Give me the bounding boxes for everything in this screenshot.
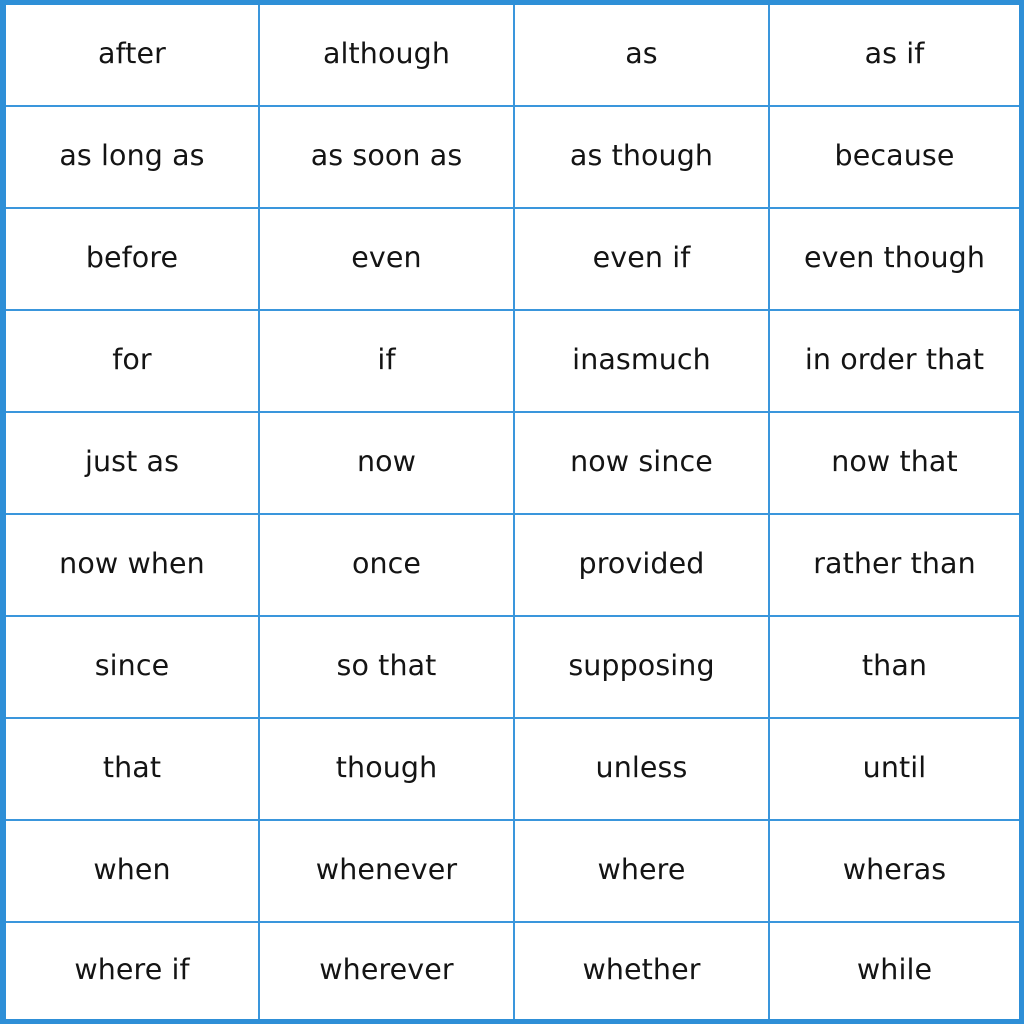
- conjunction-word: as if: [864, 36, 925, 70]
- grid-cell: though: [260, 719, 515, 821]
- conjunction-word: now when: [59, 546, 205, 580]
- conjunction-word: until: [862, 750, 927, 784]
- conjunction-word: unless: [595, 750, 688, 784]
- conjunction-word: now since: [570, 444, 713, 478]
- grid-cell: as if: [770, 5, 1019, 107]
- grid-cell: even: [260, 209, 515, 311]
- grid-cell: while: [770, 923, 1019, 1019]
- conjunction-word: supposing: [568, 648, 715, 682]
- grid-cell: as though: [515, 107, 770, 209]
- grid-cell: rather than: [770, 515, 1019, 617]
- grid-cell: wheras: [770, 821, 1019, 923]
- grid-cell: just as: [6, 413, 260, 515]
- grid-cell: than: [770, 617, 1019, 719]
- conjunction-word: if: [377, 342, 396, 376]
- grid-cell: even if: [515, 209, 770, 311]
- grid-cell: before: [6, 209, 260, 311]
- grid-cell: wherever: [260, 923, 515, 1019]
- grid-cell: when: [6, 821, 260, 923]
- conjunction-word: though: [335, 750, 438, 784]
- grid-cell: whether: [515, 923, 770, 1019]
- conjunction-word: before: [85, 240, 179, 274]
- grid-cell: unless: [515, 719, 770, 821]
- grid-cell: although: [260, 5, 515, 107]
- conjunction-word: wherever: [319, 952, 454, 986]
- conjunction-word: even though: [803, 240, 986, 274]
- conjunction-word: whenever: [315, 852, 458, 886]
- conjunction-word: whether: [582, 952, 701, 986]
- conjunction-word: where if: [74, 952, 190, 986]
- grid-cell: now that: [770, 413, 1019, 515]
- word-grid-frame: after although as as if as long as as soon as…: [0, 0, 1024, 1024]
- grid-cell: as long as: [6, 107, 260, 209]
- conjunction-word: even: [351, 240, 422, 274]
- word-grid: after although as as if as long as as soon as…: [6, 5, 1019, 1019]
- conjunction-word: provided: [578, 546, 705, 580]
- grid-cell: if: [260, 311, 515, 413]
- conjunction-word: while: [856, 952, 933, 986]
- conjunction-word: so that: [336, 648, 437, 682]
- conjunction-word: for: [112, 342, 152, 376]
- conjunction-word: than: [861, 648, 928, 682]
- grid-cell: now when: [6, 515, 260, 617]
- grid-cell: inasmuch: [515, 311, 770, 413]
- grid-cell: for: [6, 311, 260, 413]
- grid-cell: whenever: [260, 821, 515, 923]
- grid-cell: where if: [6, 923, 260, 1019]
- grid-cell: now since: [515, 413, 770, 515]
- conjunction-word: as long as: [59, 138, 205, 172]
- conjunction-word: that: [102, 750, 162, 784]
- grid-cell: provided: [515, 515, 770, 617]
- conjunction-word: inasmuch: [572, 342, 711, 376]
- grid-cell: that: [6, 719, 260, 821]
- conjunction-word: as soon as: [310, 138, 463, 172]
- grid-cell: in order that: [770, 311, 1019, 413]
- conjunction-word: as though: [569, 138, 714, 172]
- grid-cell: since: [6, 617, 260, 719]
- grid-cell: now: [260, 413, 515, 515]
- conjunction-word: now: [356, 444, 417, 478]
- grid-cell: once: [260, 515, 515, 617]
- grid-cell: after: [6, 5, 260, 107]
- grid-cell: as: [515, 5, 770, 107]
- grid-cell: until: [770, 719, 1019, 821]
- conjunction-word: wheras: [842, 852, 947, 886]
- conjunction-word: after: [98, 36, 166, 70]
- grid-cell: because: [770, 107, 1019, 209]
- grid-cell: where: [515, 821, 770, 923]
- conjunction-word: once: [351, 546, 422, 580]
- conjunction-word: just as: [84, 444, 180, 478]
- conjunction-word: in order that: [804, 342, 985, 376]
- conjunction-word: as: [625, 36, 658, 70]
- grid-cell: even though: [770, 209, 1019, 311]
- conjunction-word: although: [322, 36, 451, 70]
- conjunction-word: even if: [592, 240, 691, 274]
- grid-cell: supposing: [515, 617, 770, 719]
- grid-cell: so that: [260, 617, 515, 719]
- conjunction-word: rather than: [813, 546, 976, 580]
- conjunction-word: since: [94, 648, 170, 682]
- conjunction-word: where: [597, 852, 686, 886]
- grid-cell: as soon as: [260, 107, 515, 209]
- conjunction-word: when: [93, 852, 171, 886]
- conjunction-word: because: [834, 138, 955, 172]
- conjunction-word: now that: [831, 444, 958, 478]
